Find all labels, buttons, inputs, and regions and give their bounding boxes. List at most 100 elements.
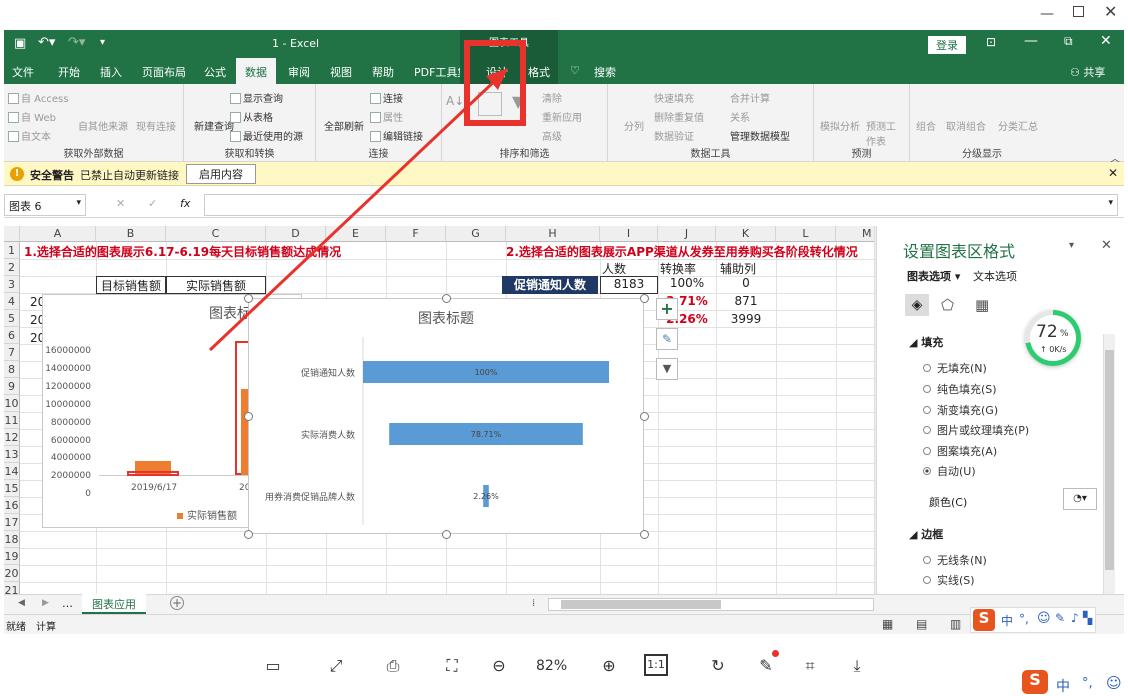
cell-j2[interactable]: 转换率 bbox=[660, 260, 696, 277]
cell-j3[interactable]: 100% bbox=[658, 276, 716, 290]
fx-icon[interactable]: fx bbox=[180, 197, 190, 210]
ime-mode[interactable]: 中 bbox=[1001, 612, 1013, 629]
mic-icon[interactable]: ♪ bbox=[1071, 611, 1079, 625]
download-icon[interactable]: ⤓ bbox=[845, 654, 869, 678]
select-all-corner[interactable] bbox=[4, 226, 20, 242]
edit-icon[interactable]: ✎ bbox=[754, 654, 778, 678]
fill-section[interactable]: ◢ 填充 bbox=[909, 334, 943, 350]
zoom-in-icon[interactable]: ⊕ bbox=[597, 654, 621, 678]
page-break-icon[interactable]: ▥ bbox=[950, 617, 961, 631]
chart-elements-button[interactable]: + bbox=[656, 298, 678, 320]
row-header[interactable]: 8 bbox=[4, 361, 20, 378]
cancel-icon[interactable]: ✕ bbox=[116, 197, 125, 210]
rotate-icon[interactable]: ↻ bbox=[706, 654, 730, 678]
subtotal-button[interactable]: 分类汇总 bbox=[998, 118, 1038, 133]
normal-view-icon[interactable]: ▦ bbox=[882, 617, 893, 631]
resize-handle[interactable] bbox=[640, 530, 649, 539]
from-text-button[interactable]: 自文本 bbox=[8, 128, 51, 143]
cell-i2[interactable]: 人数 bbox=[602, 260, 626, 277]
tab-search[interactable]: 搜索 bbox=[594, 64, 616, 80]
border-option[interactable]: 无线条(N) bbox=[923, 552, 987, 568]
column-header[interactable]: A bbox=[20, 226, 96, 242]
pane-options-icon[interactable]: ▾ bbox=[1069, 240, 1074, 251]
cell-i3[interactable]: 8183 bbox=[600, 276, 658, 294]
crop-icon[interactable]: ⌗ bbox=[798, 654, 822, 678]
fill-option[interactable]: 图案填充(A) bbox=[923, 443, 997, 459]
one-to-one-button[interactable]: 1:1 bbox=[644, 654, 668, 676]
row-header[interactable]: 18 bbox=[4, 531, 20, 548]
save-icon[interactable]: ▣ bbox=[14, 36, 26, 51]
cell-k2[interactable]: 辅助列 bbox=[720, 260, 756, 277]
forecast-sheet-button[interactable]: 预测工作表 bbox=[866, 118, 902, 148]
add-sheet-icon[interactable]: + bbox=[170, 596, 184, 610]
chart-styles-brush-icon[interactable]: ✎ bbox=[656, 328, 678, 350]
xl-minimize-icon[interactable]: — bbox=[1024, 33, 1038, 49]
zoom-out-icon[interactable]: ⊖ bbox=[487, 654, 511, 678]
row-header[interactable]: 20 bbox=[4, 565, 20, 582]
pane-scrollbar[interactable] bbox=[1103, 334, 1115, 598]
name-box[interactable]: 图表 6 ▾ bbox=[4, 194, 86, 216]
resize-handle[interactable] bbox=[244, 412, 253, 421]
row-header[interactable]: 10 bbox=[4, 395, 20, 412]
data-validation-button[interactable]: 数据验证 bbox=[654, 128, 694, 143]
horizontal-scrollbar[interactable] bbox=[548, 598, 874, 611]
customize-qat-icon[interactable]: ▾ bbox=[100, 37, 105, 48]
tray-emoji-icon[interactable]: ☺ bbox=[1106, 674, 1122, 692]
network-monitor-widget[interactable]: 72 % ↑ 0K/s bbox=[1025, 310, 1081, 366]
row-header[interactable]: 4 bbox=[4, 293, 20, 310]
sogou-tray-icon[interactable]: S bbox=[1022, 670, 1048, 694]
cell-k5[interactable]: 3999 bbox=[716, 312, 776, 326]
grid-menu-icon[interactable]: ▚ bbox=[1083, 611, 1092, 625]
advanced-button[interactable]: 高级 bbox=[542, 128, 562, 143]
split-handle-icon[interactable]: ⁞ bbox=[532, 598, 535, 609]
tab-page-layout[interactable]: 页面布局 bbox=[142, 64, 186, 80]
resize-handle[interactable] bbox=[640, 294, 649, 303]
xl-restore-icon[interactable]: ⧉ bbox=[1064, 34, 1073, 49]
row-header[interactable]: 7 bbox=[4, 344, 20, 361]
fit-screen-icon[interactable]: ⤢ bbox=[324, 654, 348, 678]
effects-icon[interactable]: ⬠ bbox=[941, 296, 954, 314]
row-header[interactable]: 17 bbox=[4, 514, 20, 531]
ime-toolbar[interactable]: S 中 °, ☺ ✎ ♪ ▚ bbox=[970, 607, 1096, 633]
from-web-button[interactable]: 自 Web bbox=[8, 109, 56, 124]
remove-duplicates-button[interactable]: 删除重复值 bbox=[654, 109, 704, 124]
column-header[interactable]: L bbox=[776, 226, 836, 242]
fill-option[interactable]: 无填充(N) bbox=[923, 360, 987, 376]
row-header[interactable]: 14 bbox=[4, 463, 20, 480]
existing-connections-button[interactable]: 现有连接 bbox=[136, 118, 176, 133]
fill-option-selected[interactable]: 自动(U) bbox=[923, 463, 976, 479]
next-sheet-icon[interactable]: ▶ bbox=[42, 598, 49, 608]
resize-handle[interactable] bbox=[442, 530, 451, 539]
text-options-tab[interactable]: 文本选项 bbox=[973, 268, 1017, 284]
maximize-icon[interactable] bbox=[1073, 6, 1084, 17]
size-properties-icon[interactable]: ▦ bbox=[975, 296, 989, 314]
row-header[interactable]: 5 bbox=[4, 310, 20, 327]
tray-punct-icon[interactable]: °, bbox=[1082, 676, 1093, 691]
undo-icon[interactable]: ↶▾ bbox=[38, 35, 55, 50]
page-layout-icon[interactable]: ▤ bbox=[916, 617, 927, 631]
reapply-button[interactable]: 重新应用 bbox=[542, 109, 582, 124]
resize-handle[interactable] bbox=[640, 412, 649, 421]
column-header[interactable]: K bbox=[716, 226, 776, 242]
enter-icon[interactable]: ✓ bbox=[148, 197, 157, 210]
fill-option[interactable]: 图片或纹理填充(P) bbox=[923, 422, 1029, 438]
share-button[interactable]: ⚇ 共享 bbox=[1070, 64, 1105, 80]
other-sources-button[interactable]: 自其他来源 bbox=[78, 118, 128, 133]
close-warning-icon[interactable]: ✕ bbox=[1108, 166, 1118, 180]
fill-option[interactable]: 纯色填充(S) bbox=[923, 381, 997, 397]
task2-heading[interactable]: 2.选择合适的图表展示APP渠道从发券至用券购买各阶段转化情况 bbox=[506, 243, 858, 260]
row-header[interactable]: 15 bbox=[4, 480, 20, 497]
actual-size-icon[interactable]: ⛶ bbox=[440, 654, 464, 678]
flash-fill-button[interactable]: 快速填充 bbox=[654, 90, 694, 105]
what-if-button[interactable]: 模拟分析 bbox=[820, 118, 860, 133]
row-header[interactable]: 2 bbox=[4, 259, 20, 276]
prev-sheet-icon[interactable]: ◀ bbox=[18, 598, 25, 608]
chart-filter-icon[interactable]: ▼ bbox=[656, 358, 678, 380]
fill-line-icon[interactable]: ◈ bbox=[905, 294, 929, 316]
row-header[interactable]: 12 bbox=[4, 429, 20, 446]
thumbnails-icon[interactable]: ▭ bbox=[261, 654, 285, 678]
redo-icon[interactable]: ↷▾ bbox=[68, 35, 85, 50]
manage-data-model-button[interactable]: 管理数据模型 bbox=[730, 128, 790, 143]
cell-k4[interactable]: 871 bbox=[716, 294, 776, 308]
xl-close-icon[interactable]: ✕ bbox=[1100, 33, 1112, 49]
